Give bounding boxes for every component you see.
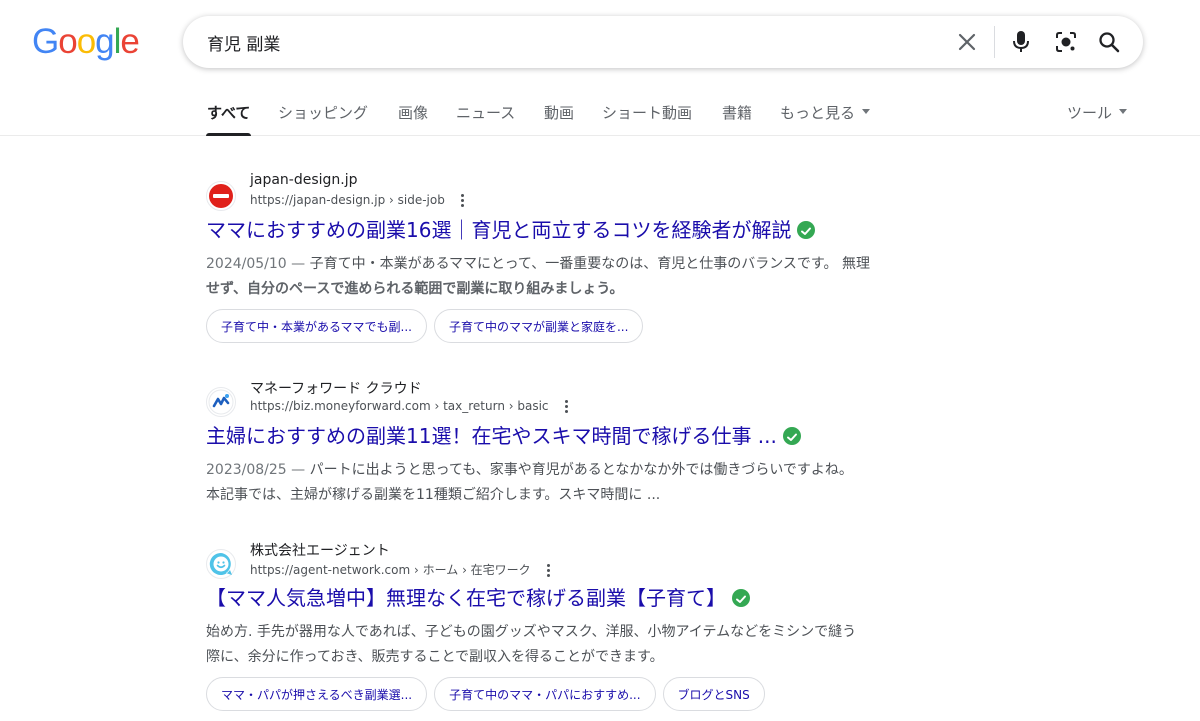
search-tabs: すべて ショッピング 画像 ニュース 動画 ショート動画 書籍 もっと見る ツー…: [0, 90, 1200, 136]
snippet-line: せず、自分のペースで進められる範囲で副業に取り組みましょう。: [206, 281, 624, 297]
logo-letter: o: [58, 22, 77, 61]
tab-news[interactable]: ニュース: [456, 102, 515, 123]
tab-short-videos[interactable]: ショート動画: [602, 102, 692, 123]
result-title-text: ママにおすすめの副業16選｜育児と両立するコツを経験者が解説: [206, 218, 792, 242]
result-snippet: 2023/08/25 — パートに出ようと思っても、家事や育児があるとなかなか外…: [206, 458, 941, 508]
sitelink-chip[interactable]: ブログとSNS: [662, 677, 765, 711]
site-name[interactable]: japan-design.jp: [250, 172, 358, 188]
caret-down-icon: [1119, 109, 1128, 114]
no-entry-icon: [206, 181, 236, 211]
search-divider: [994, 26, 995, 58]
logo-letter: g: [95, 22, 114, 61]
tab-books[interactable]: 書籍: [722, 102, 752, 123]
sitelink-chips: 子育て中・本業があるママでも副... 子育て中のママが副業と家庭を...: [206, 309, 644, 343]
search-result: マネーフォワード クラウド https://biz.moneyforward.c…: [206, 381, 946, 504]
logo-letter: G: [32, 22, 59, 61]
site-name[interactable]: 株式会社エージェント: [250, 540, 390, 560]
logo-letter: e: [120, 22, 139, 61]
tab-shopping[interactable]: ショッピング: [278, 102, 368, 123]
sitelink-chip[interactable]: 子育て中・本業があるママでも副...: [206, 309, 427, 343]
result-date: 2023/08/25 —: [206, 462, 310, 478]
header: Google: [0, 0, 1200, 90]
snippet-text: パートに出ようと思っても、家事や育児があるとなかなか外では働きづらいですよね。: [309, 462, 853, 478]
result-title-text: 【ママ人気急増中】無理なく在宅で稼げる副業【子育て】: [206, 586, 726, 610]
site-url-text: https://japan-design.jp › side-job: [250, 193, 445, 207]
verified-check-icon: [782, 426, 801, 445]
tools-label: ツール: [1067, 104, 1113, 122]
active-tab-indicator: [206, 133, 251, 136]
search-icon[interactable]: [1095, 28, 1123, 56]
snippet-line: 2023/08/25 — パートに出ようと思っても、家事や育児があるとなかなか外…: [206, 458, 941, 483]
smile-chat-icon: [206, 549, 236, 579]
result-title[interactable]: 主婦におすすめの副業11選！在宅やスキマ時間で稼げる仕事 ...: [206, 420, 801, 449]
snippet-line: 始め方. 手先が器用な人であれば、子どもの園グッズやマスク、洋服、小物アイテムな…: [206, 624, 857, 640]
more-options-icon[interactable]: [543, 563, 553, 577]
result-title[interactable]: ママにおすすめの副業16選｜育児と両立するコツを経験者が解説: [206, 214, 816, 243]
snippet-line: 際に、余分に作っておき、販売することで副収入を得ることができます。: [206, 649, 664, 665]
google-logo[interactable]: Google: [32, 22, 140, 62]
snippet-text: 子育て中・本業があるママにとって、一番重要なのは、育児と仕事のバランスです。 無…: [309, 256, 870, 272]
verified-check-icon: [797, 220, 816, 239]
snippet-line: 本記事では、主婦が稼げる副業を11種類ご紹介します。スキマ時間に ...: [206, 487, 661, 503]
more-options-icon[interactable]: [561, 399, 571, 413]
sitelink-chip[interactable]: 子育て中のママ・パパにおすすめ...: [434, 677, 656, 711]
result-snippet: 始め方. 手先が器用な人であれば、子どもの園グッズやマスク、洋服、小物アイテムな…: [206, 620, 941, 670]
moneyforward-logo-icon: [206, 387, 236, 417]
tab-images[interactable]: 画像: [398, 102, 428, 123]
caret-down-icon: [862, 109, 871, 114]
lens-icon[interactable]: [1052, 28, 1080, 56]
result-title-text: 主婦におすすめの副業11選！在宅やスキマ時間で稼げる仕事 ...: [206, 424, 777, 448]
sitelink-chip[interactable]: 子育て中のママが副業と家庭を...: [433, 309, 644, 343]
site-url-text: https://agent-network.com › ホーム › 在宅ワーク: [250, 563, 531, 577]
logo-letter: o: [76, 22, 96, 61]
tools-button[interactable]: ツール: [1067, 102, 1128, 123]
logo-letter: l: [113, 22, 122, 61]
mic-icon[interactable]: [1007, 28, 1035, 56]
snippet-line: 2024/05/10 — 子育て中・本業があるママにとって、一番重要なのは、育児…: [206, 252, 941, 277]
site-url-text: https://biz.moneyforward.com › tax_retur…: [250, 399, 549, 413]
site-url[interactable]: https://japan-design.jp › side-job: [250, 193, 467, 208]
result-snippet: 2024/05/10 — 子育て中・本業があるママにとって、一番重要なのは、育児…: [206, 252, 941, 302]
site-name[interactable]: マネーフォワード クラウド: [250, 378, 422, 398]
search-result: japan-design.jp https://japan-design.jp …: [206, 172, 946, 348]
more-options-icon[interactable]: [457, 193, 467, 207]
site-url[interactable]: https://biz.moneyforward.com › tax_retur…: [250, 399, 571, 414]
tab-all[interactable]: すべて: [207, 102, 250, 123]
sitelink-chip[interactable]: ママ・パパが押さえるべき副業選...: [206, 677, 428, 711]
search-box: [183, 16, 1143, 68]
result-date: 2024/05/10 —: [206, 256, 310, 272]
close-icon[interactable]: [953, 28, 981, 56]
tab-more[interactable]: もっと見る: [780, 102, 871, 123]
tab-more-label: もっと見る: [780, 104, 856, 122]
tab-videos[interactable]: 動画: [544, 102, 574, 123]
result-title[interactable]: 【ママ人気急増中】無理なく在宅で稼げる副業【子育て】: [206, 582, 750, 611]
sitelink-chips: ママ・パパが押さえるべき副業選... 子育て中のママ・パパにおすすめ... ブロ…: [206, 677, 765, 711]
search-input[interactable]: [207, 16, 937, 68]
verified-check-icon: [732, 588, 750, 607]
search-result: 株式会社エージェント https://agent-network.com › ホ…: [206, 543, 946, 716]
site-url[interactable]: https://agent-network.com › ホーム › 在宅ワーク: [250, 561, 553, 578]
